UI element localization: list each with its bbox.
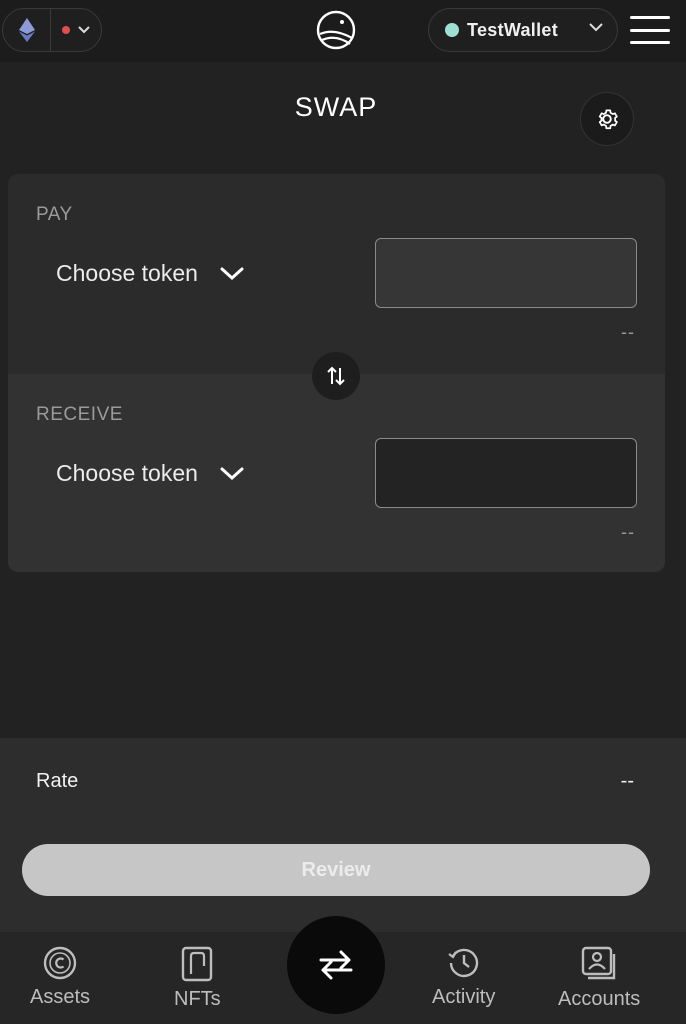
nav-nfts[interactable]: NFTs [174, 946, 221, 1011]
nav-assets-label: Assets [30, 986, 91, 1008]
nav-accounts[interactable]: Accounts [558, 946, 640, 1011]
wallet-name: TestWallet [467, 19, 559, 40]
swap-arrows-icon [327, 366, 345, 386]
receive-token-placeholder: Choose token [56, 460, 198, 486]
settings-button[interactable] [580, 92, 634, 146]
nav-nfts-label: NFTs [174, 988, 221, 1010]
gear-icon [598, 109, 618, 130]
status-dot-icon [62, 26, 70, 34]
pay-token-selector[interactable]: Choose token [56, 260, 244, 287]
assets-coin-icon [43, 946, 77, 980]
wallet-logo-icon [316, 10, 356, 50]
page-title: SWAP [294, 92, 378, 122]
wallet-status-dot-icon [445, 23, 459, 37]
swap-icon [319, 950, 353, 980]
bottom-nav: Assets NFTs Activity Accounts [0, 916, 686, 1024]
top-bar: TestWallet [0, 0, 686, 62]
nft-card-icon [182, 946, 213, 982]
review-button[interactable]: Review [22, 844, 650, 896]
chevron-down-icon [220, 267, 244, 280]
rate-panel: Rate -- Review [0, 738, 686, 932]
chevron-down-icon [220, 467, 244, 480]
nav-activity-label: Activity [432, 986, 496, 1008]
network-selector[interactable] [2, 8, 102, 52]
flip-tokens-button[interactable] [312, 352, 360, 400]
receive-label: RECEIVE [36, 404, 123, 425]
accounts-icon [581, 946, 616, 980]
pay-amount-input[interactable] [375, 238, 637, 308]
nav-assets[interactable]: Assets [30, 946, 90, 1009]
receive-token-selector[interactable]: Choose token [56, 460, 244, 487]
history-icon [448, 948, 478, 978]
receive-section: RECEIVE Choose token -- [8, 374, 665, 572]
receive-amount-input[interactable] [375, 438, 637, 508]
swap-screen: TestWallet SWAP PAY Choose token -- RECE… [0, 0, 686, 1024]
rate-value: -- [620, 770, 634, 792]
pay-fiat-value: -- [621, 322, 635, 342]
chevron-down-icon [78, 26, 90, 34]
nav-activity[interactable]: Activity [432, 946, 495, 1009]
receive-fiat-value: -- [621, 522, 635, 542]
nav-accounts-label: Accounts [558, 988, 641, 1010]
network-status [51, 26, 101, 34]
wallet-selector[interactable]: TestWallet [428, 8, 618, 52]
nav-swap[interactable] [287, 916, 385, 1014]
rate-label: Rate [36, 770, 79, 792]
pay-token-placeholder: Choose token [56, 260, 198, 286]
pay-label: PAY [36, 204, 73, 225]
chevron-down-icon [589, 23, 603, 32]
menu-icon[interactable] [630, 16, 670, 44]
ethereum-icon [3, 9, 51, 51]
pay-section: PAY Choose token -- [8, 174, 665, 374]
